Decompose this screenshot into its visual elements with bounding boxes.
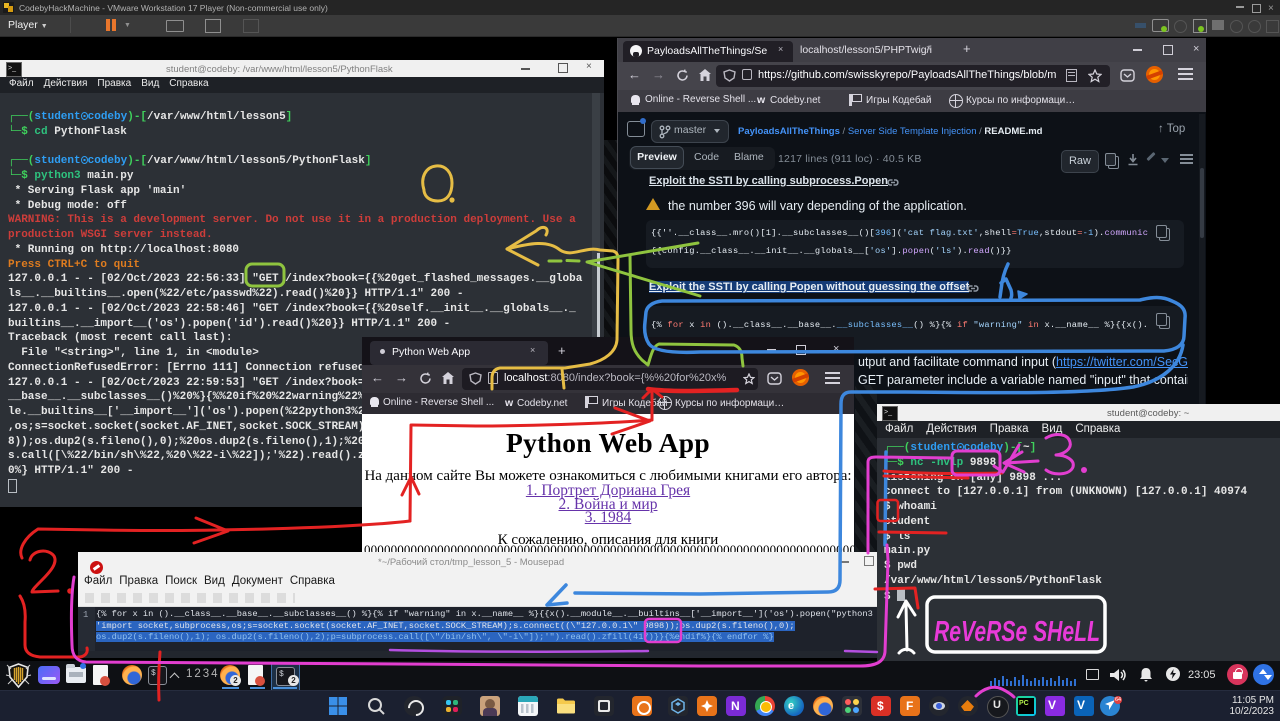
svg-text:ReVeRSe SHeLL: ReVeRSe SHeLL [934, 616, 1100, 648]
